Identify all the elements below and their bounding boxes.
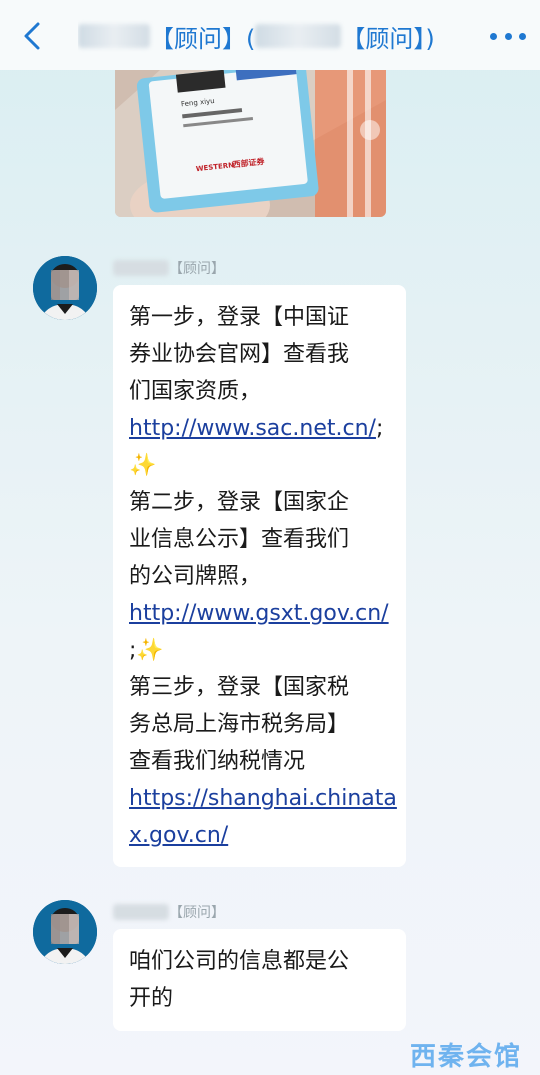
avatar[interactable] xyxy=(33,256,97,320)
message-line-link: x.gov.cn/ xyxy=(129,817,390,854)
avatar-image xyxy=(33,256,97,320)
message-line: 开的 xyxy=(129,986,174,1011)
sparkle-icon: ✨ xyxy=(129,453,157,478)
message-line: 第二步，登录【国家企 xyxy=(129,490,350,515)
chat-title-part1: 【顾问】( xyxy=(150,24,256,53)
message-line: 咱们公司的信息都是公 xyxy=(129,949,350,974)
chevron-left-icon xyxy=(24,22,40,50)
link-suffix: ; xyxy=(375,416,384,441)
message-bubble[interactable]: 第一步，登录【中国证 券业协会官网】查看我 们国家资质， http://www.… xyxy=(113,285,406,867)
chat-title-part2: 【顾问】) xyxy=(341,24,435,53)
message-bubble[interactable]: 咱们公司的信息都是公 开的 xyxy=(113,929,406,1031)
message-line: 业信息公示】查看我们 xyxy=(129,527,350,552)
message-line-link: http://www.gsxt.gov.cn/ xyxy=(129,595,390,632)
message-line: 券业协会官网】查看我 xyxy=(129,342,350,367)
message-line-link: https://shanghai.chinata xyxy=(129,780,397,817)
more-options-button[interactable] xyxy=(490,24,526,48)
sender-name: 【顾问】 xyxy=(113,258,225,278)
message-line-link: http://www.sac.net.cn/; xyxy=(129,410,390,447)
back-button[interactable] xyxy=(14,16,50,56)
avatar[interactable] xyxy=(33,900,97,964)
sender-role: 【顾问】 xyxy=(169,905,225,921)
message-line: 的公司牌照， xyxy=(129,564,262,589)
redacted-name xyxy=(255,24,342,48)
message-line: 们国家资质， xyxy=(129,379,262,404)
sender-role: 【顾问】 xyxy=(169,261,225,277)
sender-name: 【顾问】 xyxy=(113,902,225,922)
message-line: 第一步，登录【中国证 xyxy=(129,305,350,330)
more-dot xyxy=(519,32,526,40)
chinatax-link-continued[interactable]: x.gov.cn/ xyxy=(129,823,228,848)
message-line: 务总局上海市税务局】 xyxy=(129,712,350,737)
avatar-image xyxy=(33,900,97,964)
redacted-name xyxy=(113,260,169,276)
redacted-name xyxy=(78,24,150,48)
chinatax-link[interactable]: https://shanghai.chinata xyxy=(129,786,397,811)
watermark: 西秦会馆 xyxy=(410,1042,523,1072)
redacted-name xyxy=(113,904,169,920)
more-dots-icon xyxy=(490,32,497,40)
gsxt-link[interactable]: http://www.gsxt.gov.cn/ xyxy=(129,601,389,626)
employee-card-image: Feng xiyu WESTERN 西部证券 xyxy=(115,70,386,217)
sac-link[interactable]: http://www.sac.net.cn/ xyxy=(129,416,376,441)
message-line: ;✨ xyxy=(129,632,390,669)
message-line: 查看我们纳税情况 xyxy=(129,749,306,774)
message-line: 第三步，登录【国家税 xyxy=(129,675,350,700)
sparkle-icon: ✨ xyxy=(136,638,164,663)
more-dot xyxy=(504,32,512,40)
chat-header: 【顾问】( 【顾问】) xyxy=(0,0,540,70)
shared-photo-employee-card[interactable]: Feng xiyu WESTERN 西部证券 xyxy=(115,70,386,217)
chat-title: 【顾问】( 【顾问】) xyxy=(78,18,468,54)
